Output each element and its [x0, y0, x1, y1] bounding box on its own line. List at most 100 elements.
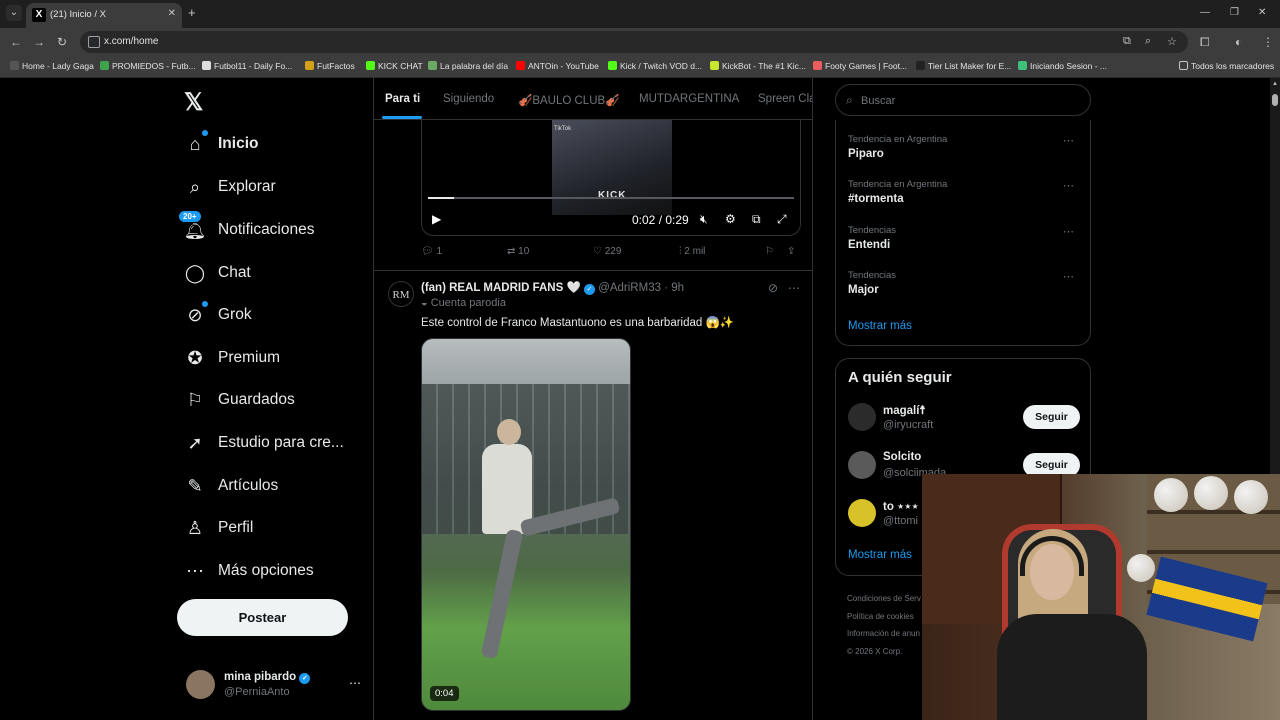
- trend-item[interactable]: Tendencia en Argentina #tormenta ⋯: [848, 179, 1080, 215]
- bookmark-item[interactable]: Futbol11 - Daily Fo...: [202, 61, 292, 71]
- trend-item[interactable]: Tendencia en Argentina Piparo ⋯: [848, 134, 1080, 170]
- reply-button[interactable]: 💬︎ 1: [421, 246, 442, 257]
- search-box[interactable]: ⌕: [835, 84, 1091, 116]
- trend-item[interactable]: Tendencias Major ⋯: [848, 270, 1080, 306]
- more-dots-icon[interactable]: ⋯: [1063, 134, 1074, 147]
- bookmarks-bar: Home - Lady Gaga PROMIEDOS - Futb... Fut…: [0, 56, 1280, 78]
- browser-tab[interactable]: X (21) Inicio / X ✕: [26, 3, 182, 28]
- share-icon[interactable]: ⇪: [787, 246, 795, 257]
- x-logo-icon[interactable]: 𝕏: [184, 88, 203, 117]
- search-input[interactable]: [861, 93, 1081, 109]
- video-progress-bar[interactable]: [428, 197, 794, 199]
- tab-close-icon[interactable]: ✕: [168, 8, 176, 19]
- tab-baulo-club[interactable]: 🎻BAULO CLUB🎻: [518, 93, 620, 107]
- bookmark-item[interactable]: Kick / Twitch VOD d...: [608, 61, 702, 71]
- bookmark-item[interactable]: KICK CHAT: [366, 61, 423, 71]
- tab-search-menu-icon[interactable]: ⌄: [6, 5, 22, 21]
- bookmark-item[interactable]: Iniciando Sesion - ...: [1018, 61, 1107, 71]
- grok-icon[interactable]: ⊘: [768, 281, 778, 295]
- home-icon: ⌂: [184, 130, 208, 155]
- nav-label: Notificaciones: [218, 221, 315, 238]
- restore-icon[interactable]: ❐: [1230, 7, 1239, 18]
- bookmark-item[interactable]: PROMIEDOS - Futb...: [100, 61, 196, 71]
- url-text[interactable]: x.com/home: [104, 36, 158, 47]
- fullscreen-icon[interactable]: ⤢: [777, 212, 787, 227]
- settings-gear-icon[interactable]: ⚙: [725, 212, 736, 226]
- like-button[interactable]: ♡ 229: [593, 246, 621, 257]
- install-app-icon[interactable]: ⧉: [1123, 35, 1131, 48]
- bookmark-item[interactable]: La palabra del día: [428, 61, 508, 71]
- minimize-icon[interactable]: —: [1200, 7, 1210, 18]
- more-dots-icon[interactable]: ⋯: [1063, 225, 1074, 238]
- tab-para-ti[interactable]: Para ti: [385, 93, 420, 105]
- avatar: [848, 499, 876, 527]
- all-bookmarks-folder[interactable]: Todos los marcadores: [1179, 61, 1274, 71]
- forward-icon[interactable]: →: [33, 35, 45, 49]
- mute-icon[interactable]: 🔇︎: [700, 212, 708, 227]
- reload-icon[interactable]: ↻: [57, 35, 67, 49]
- show-more-link[interactable]: Mostrar más: [848, 549, 912, 561]
- new-tab-icon[interactable]: +: [188, 5, 196, 20]
- nav-item-inicio[interactable]: ⌂ Inicio: [184, 129, 258, 159]
- bookmark-item[interactable]: ANTOin - YouTube: [516, 61, 599, 71]
- nav-item-chat[interactable]: ◯ Chat: [184, 258, 251, 288]
- nav-item-articulos[interactable]: ✎ Artículos: [184, 471, 278, 501]
- tweet-handle-time[interactable]: @AdriRM33 · 9h: [598, 282, 684, 294]
- zoom-icon[interactable]: ⌕: [1145, 35, 1151, 48]
- account-switcher[interactable]: mina pibardo ✓ @PerniaAnto ⋯: [186, 670, 361, 700]
- window-close-icon[interactable]: ✕: [1258, 7, 1266, 18]
- nav-item-explorar[interactable]: ⌕ Explorar: [184, 172, 276, 202]
- more-dots-icon[interactable]: ⋯: [1063, 179, 1074, 192]
- back-icon[interactable]: ←: [10, 35, 22, 49]
- bookmark-icon: ⚐: [186, 389, 204, 410]
- parody-label: ◒ Cuenta parodia: [421, 297, 506, 309]
- bookmark-item[interactable]: FutFactos: [305, 61, 355, 71]
- video-player[interactable]: TikTok KICK ▶ 0:02 / 0:29 🔇︎ ⚙ ⧉ ⤢: [421, 120, 801, 236]
- site-info-icon[interactable]: [88, 36, 100, 48]
- repost-button[interactable]: ⇄ 10: [507, 246, 529, 257]
- avatar[interactable]: RM: [388, 281, 414, 307]
- more-dots-icon[interactable]: ⋯: [788, 281, 800, 295]
- trend-item[interactable]: Tendencias Entendi ⋯: [848, 225, 1080, 261]
- show-more-link[interactable]: Mostrar más: [848, 320, 912, 332]
- nav-item-estudio[interactable]: ➚ Estudio para cre...: [184, 428, 343, 458]
- tweet[interactable]: RM (fan) REAL MADRID FANS 🤍 ✓ @AdriRM33 …: [374, 270, 812, 720]
- nav-label: Más opciones: [218, 562, 314, 579]
- bookmark-star-icon[interactable]: ☆: [1167, 35, 1177, 48]
- nav-item-notificaciones[interactable]: 🔔︎ 20+ Notificaciones: [178, 210, 315, 245]
- nav-item-premium[interactable]: ✪ Premium: [184, 343, 280, 373]
- tab-mutdargentina[interactable]: MUTDARGENTINA: [639, 93, 739, 105]
- more-dots-icon[interactable]: ⋯: [1063, 270, 1074, 283]
- suggestion-item[interactable]: magalí☨ @iryucraft Seguir: [848, 401, 1080, 437]
- profile-icon[interactable]: ◐: [1235, 35, 1242, 49]
- tab-spreen[interactable]: Spreen Cla: [758, 93, 812, 105]
- timeline: Para ti Siguiendo 🎻BAULO CLUB🎻 MUTDARGEN…: [373, 78, 813, 720]
- bookmark-icon[interactable]: ⚐: [765, 246, 774, 257]
- nav-label: Artículos: [218, 477, 279, 494]
- nav-item-perfil[interactable]: ♙ Perfil: [184, 513, 253, 543]
- tab-siguiendo[interactable]: Siguiendo: [443, 93, 494, 105]
- bookmark-item[interactable]: Tier List Maker for E...: [916, 61, 1011, 71]
- nav-item-grok[interactable]: ⊘ Grok: [184, 300, 252, 330]
- nav-item-mas-opciones[interactable]: ⋯ Más opciones: [184, 556, 314, 586]
- tweet-video[interactable]: 0:04: [421, 338, 631, 711]
- more-dots-icon[interactable]: ⋯: [349, 676, 361, 690]
- bookmark-item[interactable]: KickBot - The #1 Kic...: [710, 61, 806, 71]
- grok-icon: ⊘: [184, 301, 208, 326]
- scroll-thumb[interactable]: [1272, 94, 1278, 106]
- video-time: 0:02 / 0:29: [632, 213, 689, 227]
- pip-icon[interactable]: ⧉: [752, 212, 761, 227]
- browser-menu-icon[interactable]: ⋮: [1262, 35, 1274, 49]
- bookmark-item[interactable]: Footy Games | Foot...: [813, 61, 907, 71]
- extensions-icon[interactable]: ⧠: [1200, 35, 1210, 50]
- nav-item-guardados[interactable]: ⚐ Guardados: [184, 385, 295, 415]
- scroll-up-icon[interactable]: ▲: [1272, 81, 1278, 87]
- timeline-tabs: Para ti Siguiendo 🎻BAULO CLUB🎻 MUTDARGEN…: [374, 78, 812, 120]
- play-icon[interactable]: ▶: [432, 212, 441, 226]
- address-bar[interactable]: x.com/home ⧉ ⌕ ☆: [80, 31, 1188, 53]
- follow-button[interactable]: Seguir: [1023, 405, 1080, 429]
- bookmark-item[interactable]: Home - Lady Gaga: [10, 61, 94, 71]
- views-button[interactable]: ⫶ 2 mil: [679, 246, 705, 257]
- tweet-author-name[interactable]: (fan) REAL MADRID FANS 🤍: [421, 282, 581, 294]
- post-button[interactable]: Postear: [177, 599, 348, 636]
